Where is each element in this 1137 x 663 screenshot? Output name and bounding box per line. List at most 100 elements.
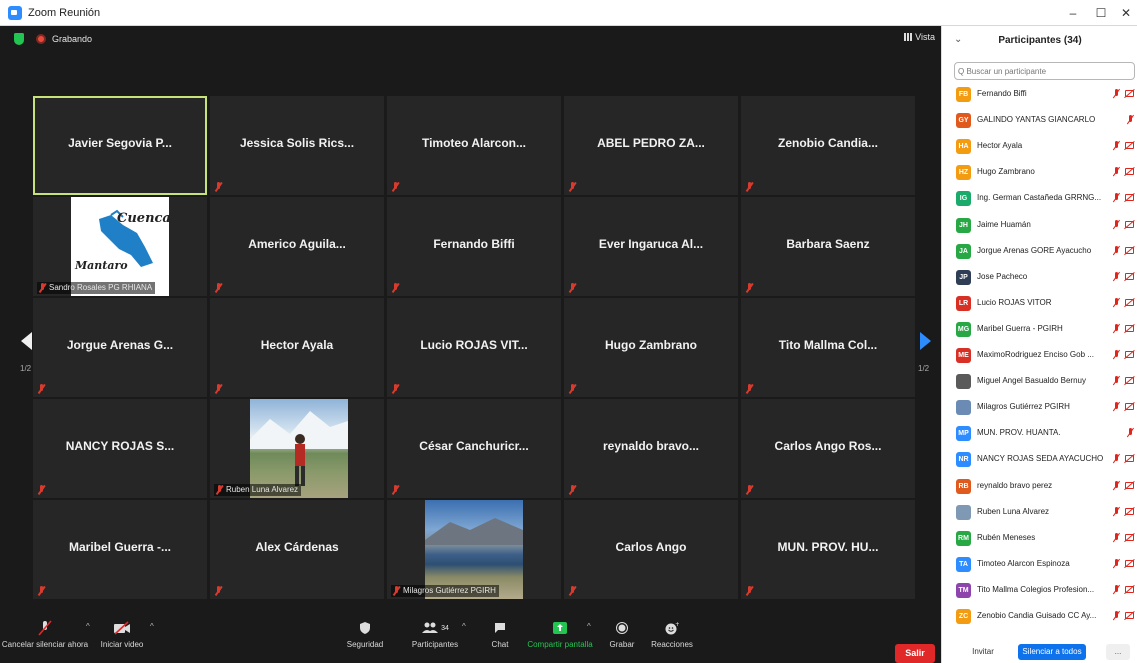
unmute-label: Cancelar silenciar ahora: [1, 640, 89, 649]
participant-search-input[interactable]: [958, 66, 1118, 76]
participant-name: Milagros Gutiérrez PGIRH: [977, 402, 1070, 412]
video-off-icon: [1125, 194, 1134, 202]
tile-caption-text: Ruben Luna Alvarez: [226, 485, 299, 494]
video-tile[interactable]: Hector Ayala: [210, 298, 384, 397]
video-tile[interactable]: Barbara Saenz: [741, 197, 915, 296]
muted-mic-icon: [214, 586, 223, 596]
video-tile[interactable]: Milagros Gutiérrez PGIRH: [387, 500, 561, 599]
next-page-arrow-icon[interactable]: [920, 332, 931, 350]
video-tile[interactable]: Americo Aguila...: [210, 197, 384, 296]
participant-search-box[interactable]: [954, 62, 1135, 80]
video-tile[interactable]: Maribel Guerra -...: [33, 500, 207, 599]
audio-options-caret-icon[interactable]: ^: [86, 622, 90, 631]
muted-mic-icon: [391, 485, 400, 495]
video-tile[interactable]: NANCY ROJAS S...: [33, 399, 207, 498]
video-tile[interactable]: reynaldo bravo...: [564, 399, 738, 498]
video-off-icon: [1125, 324, 1134, 332]
participant-row[interactable]: MG Maribel Guerra - PGIRH: [942, 320, 1137, 340]
participant-row[interactable]: TM Tito Mallma Colegios Profesion...: [942, 581, 1137, 601]
participant-row[interactable]: LR Lucio ROJAS VITOR: [942, 294, 1137, 314]
participant-tile-name: MUN. PROV. HU...: [777, 540, 879, 554]
video-tile[interactable]: Fernando Biffi: [387, 197, 561, 296]
video-tile[interactable]: Ever Ingaruca Al...: [564, 197, 738, 296]
more-options-button[interactable]: ...: [1106, 644, 1130, 660]
video-tile[interactable]: Tito Mallma Col...: [741, 298, 915, 397]
participant-name: NANCY ROJAS SEDA AYACUCHO: [977, 454, 1104, 464]
participant-tile-name: reynaldo bravo...: [602, 439, 700, 453]
muted-mic-icon: [1112, 219, 1122, 231]
video-off-icon: [1125, 455, 1134, 463]
muted-mic-icon: [37, 485, 46, 495]
participant-name: Rubén Meneses: [977, 532, 1036, 542]
video-tile[interactable]: Carlos Ango: [564, 500, 738, 599]
avatar: MG: [956, 321, 971, 337]
participants-label: Participantes: [411, 640, 459, 649]
leave-meeting-button[interactable]: Salir: [895, 644, 935, 663]
muted-mic-icon: [745, 384, 754, 394]
participant-row[interactable]: HA Hector Ayala: [942, 137, 1137, 157]
video-tile[interactable]: Timoteo Alarcon...: [387, 96, 561, 195]
record-button[interactable]: Grabar: [605, 620, 639, 649]
video-tile[interactable]: MUN. PROV. HU...: [741, 500, 915, 599]
participant-row[interactable]: MP MUN. PROV. HUANTA.: [942, 424, 1137, 444]
video-tile[interactable]: Javier Segovia P...: [33, 96, 207, 195]
participant-row[interactable]: JP Jose Pacheco: [942, 268, 1137, 288]
reactions-smiley-icon: +: [650, 620, 694, 636]
video-tile[interactable]: Alex Cárdenas: [210, 500, 384, 599]
video-tile[interactable]: Hugo Zambrano: [564, 298, 738, 397]
reactions-button[interactable]: + Reacciones: [650, 620, 694, 649]
participant-row[interactable]: TA Timoteo Alarcon Espinoza: [942, 555, 1137, 575]
avatar: ZC: [956, 609, 971, 624]
participant-row[interactable]: Ruben Luna Alvarez: [942, 503, 1137, 523]
video-tile[interactable]: César Canchuricr...: [387, 399, 561, 498]
chat-button[interactable]: Chat: [480, 620, 520, 649]
participant-row[interactable]: ZC Zenobio Candia Guisado CC Ay...: [942, 607, 1137, 627]
video-options-caret-icon[interactable]: ^: [150, 622, 154, 631]
page-indicator-left: 1/2: [20, 364, 32, 373]
participant-row[interactable]: IG Ing. German Castañeda GRRNG...: [942, 189, 1137, 209]
participant-row[interactable]: GY GALINDO YANTAS GIANCARLO: [942, 111, 1137, 131]
previous-page-arrow-icon[interactable]: [21, 332, 32, 350]
participants-button[interactable]: 34 Participantes: [405, 620, 465, 649]
participant-row[interactable]: Milagros Gutiérrez PGIRH: [942, 398, 1137, 418]
avatar: LR: [956, 295, 971, 311]
video-tile[interactable]: Zenobio Candia...: [741, 96, 915, 195]
participant-row[interactable]: JH Jaime Huamán: [942, 216, 1137, 236]
invite-button[interactable]: Invitar: [962, 644, 1004, 660]
participant-row[interactable]: Miguel Angel Basualdo Bernuy: [942, 372, 1137, 392]
muted-mic-icon: [214, 283, 223, 293]
video-tile[interactable]: ABEL PEDRO ZA...: [564, 96, 738, 195]
participant-row[interactable]: HZ Hugo Zambrano: [942, 163, 1137, 183]
mute-all-button[interactable]: Silenciar a todos: [1018, 644, 1086, 660]
unmute-button[interactable]: Cancelar silenciar ahora: [0, 620, 90, 649]
start-video-button[interactable]: Iniciar video: [92, 620, 152, 649]
security-button[interactable]: Seguridad: [340, 620, 390, 649]
avatar: TM: [956, 582, 971, 598]
video-tile[interactable]: Carlos Ango Ros...: [741, 399, 915, 498]
participant-row[interactable]: RB reynaldo bravo perez: [942, 477, 1137, 497]
share-screen-label: Compartir pantalla: [527, 640, 593, 649]
video-tile[interactable]: Lucio ROJAS VIT...: [387, 298, 561, 397]
video-off-icon: [1125, 377, 1134, 385]
video-tile[interactable]: Cuenca Mantaro Sandro Rosales PG RHIANA: [33, 197, 207, 296]
view-button[interactable]: Vista: [904, 32, 935, 42]
share-screen-button[interactable]: Compartir pantalla: [525, 620, 595, 649]
share-options-caret-icon[interactable]: ^: [587, 622, 591, 631]
participant-row[interactable]: JA Jorgue Arenas GORE Ayacucho: [942, 242, 1137, 262]
tile-caption-text: Milagros Gutiérrez PGIRH: [403, 586, 496, 595]
participant-row[interactable]: NR NANCY ROJAS SEDA AYACUCHO: [942, 450, 1137, 470]
video-tile[interactable]: Jessica Solis Rics...: [210, 96, 384, 195]
encryption-shield-icon[interactable]: [14, 33, 24, 45]
participant-row[interactable]: ME MaximoRodriguez Enciso Gob ...: [942, 346, 1137, 366]
video-tile[interactable]: Jorgue Arenas G...: [33, 298, 207, 397]
participant-row[interactable]: RM Rubén Meneses: [942, 529, 1137, 549]
video-off-icon: [1125, 90, 1134, 97]
participant-tile-name: Timoteo Alarcon...: [421, 136, 526, 150]
avatar: JP: [956, 269, 971, 285]
participants-options-caret-icon[interactable]: ^: [462, 622, 466, 631]
muted-microphone-icon: [0, 620, 90, 636]
video-tile[interactable]: Ruben Luna Alvarez: [210, 399, 384, 498]
participant-row[interactable]: FB Fernando Biffi: [942, 85, 1137, 105]
meeting-top-bar: Grabando Vista: [0, 26, 941, 52]
close-button[interactable]: ✕: [1110, 0, 1137, 26]
